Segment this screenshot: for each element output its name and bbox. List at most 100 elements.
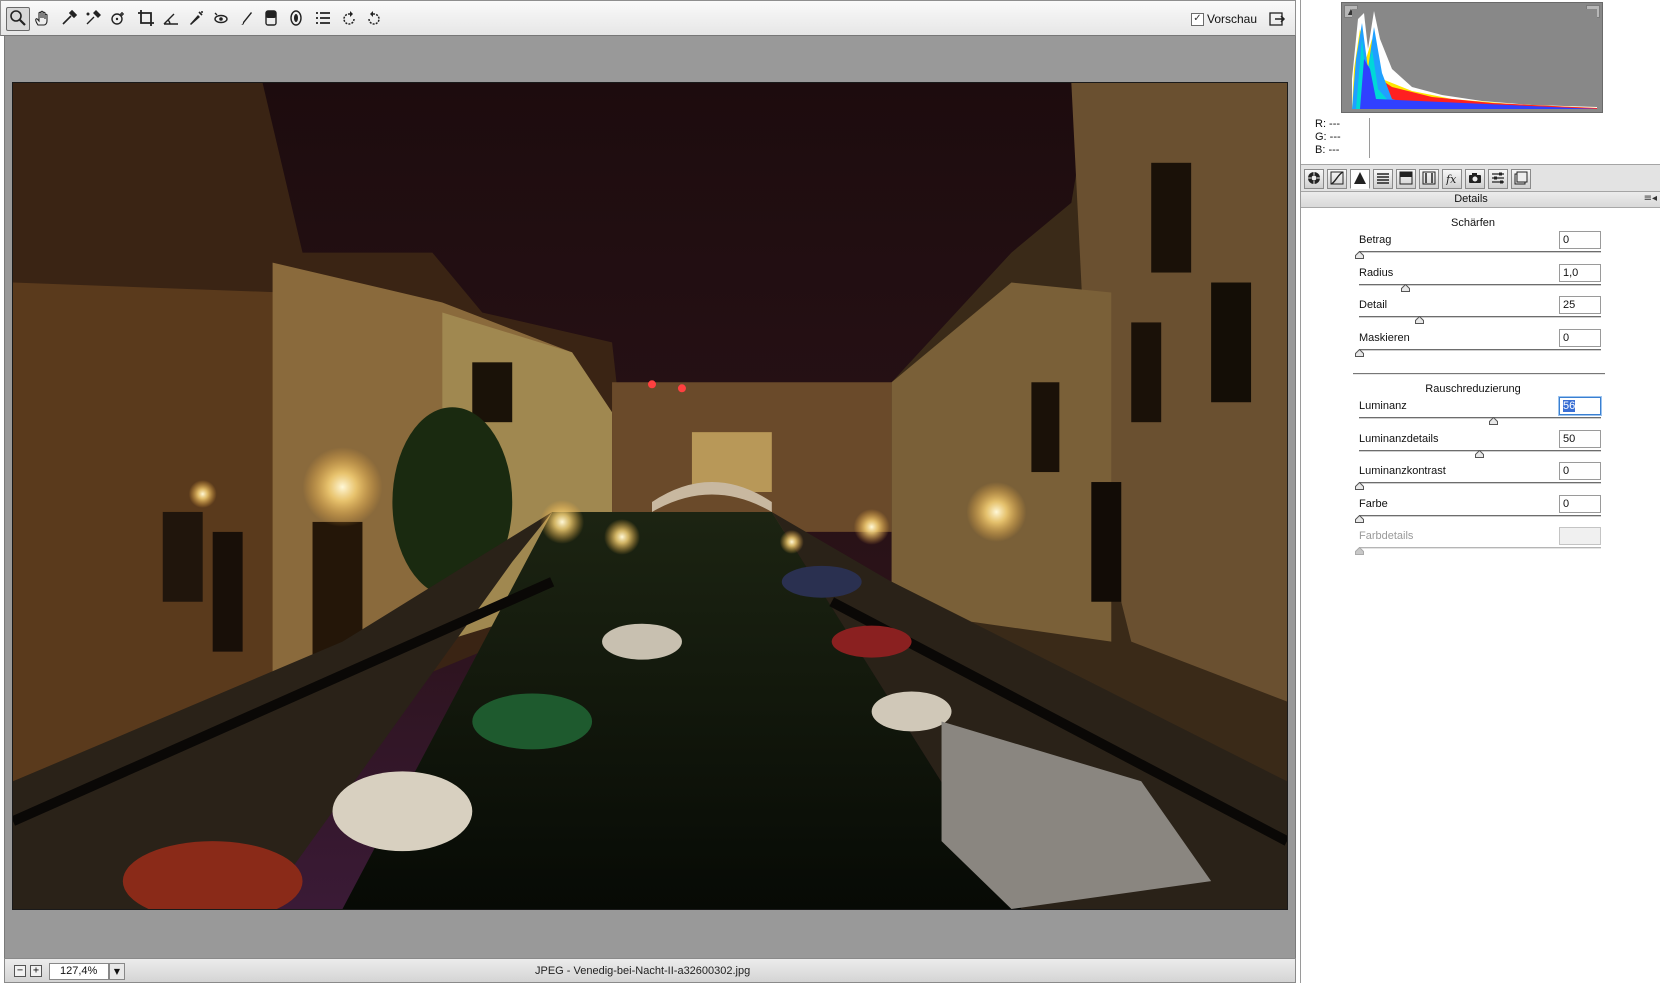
slider-maskieren: Maskieren 0 — [1355, 328, 1601, 364]
camera-raw-window: ✓ Vorschau − + 127,4% ▼ JPEG - Venedig-b… — [0, 0, 1660, 983]
slider-luminanzdetails: Luminanzdetails 50 — [1359, 429, 1601, 465]
slider-value-text: 25 — [1563, 299, 1576, 311]
adjustment-brush-tool[interactable] — [234, 7, 258, 31]
panel-menu-icon[interactable]: ≡◂ — [1644, 193, 1657, 204]
luminanzkontrast-slider-handle[interactable] — [1355, 482, 1364, 490]
slider-value-text: 1,0 — [1563, 266, 1579, 279]
tab-snapshots[interactable] — [1511, 169, 1531, 189]
color-sampler-tool[interactable] — [81, 7, 105, 31]
spot-removal-tool[interactable] — [184, 7, 208, 31]
tab-basic[interactable] — [1304, 169, 1324, 189]
tab-lens-corrections[interactable] — [1419, 169, 1439, 189]
crop-tool[interactable] — [134, 7, 158, 31]
rotate-left-tool[interactable] — [337, 7, 361, 31]
preview-toggle[interactable]: ✓ Vorschau — [1191, 12, 1257, 26]
brush-icon — [237, 9, 255, 30]
zoom-out-button[interactable]: − — [14, 965, 26, 977]
status-bar: − + 127,4% ▼ JPEG - Venedig-bei-Nacht-II… — [4, 958, 1296, 983]
list-icon — [314, 9, 332, 30]
luminanzkontrast-slider-track[interactable] — [1359, 482, 1601, 485]
detail-slider-handle[interactable] — [1415, 316, 1424, 324]
farbdetails-slider-track — [1359, 547, 1601, 550]
betrag-value-field[interactable]: 0 — [1559, 231, 1601, 249]
zoom-level-field[interactable]: 127,4% — [49, 963, 109, 980]
slider-label: Detail — [1359, 299, 1388, 311]
lens-icon — [1422, 171, 1436, 188]
red-eye-tool[interactable] — [209, 7, 233, 31]
curve-icon — [1330, 170, 1344, 188]
camera-icon — [1468, 171, 1482, 188]
tab-camera-calibration[interactable] — [1465, 169, 1485, 189]
radius-value-field[interactable]: 1,0 — [1559, 263, 1601, 282]
eyedropper-icon — [60, 9, 78, 30]
snapshots-icon — [1514, 171, 1528, 188]
file-info-label[interactable]: JPEG - Venedig-bei-Nacht-II-a32600302.jp… — [535, 965, 750, 977]
target-adjustment-tool[interactable] — [106, 7, 130, 31]
slider-farbdetails: Farbdetails — [1355, 527, 1601, 562]
fullscreen-toggle-icon[interactable] — [1267, 9, 1287, 29]
crop-icon — [137, 9, 155, 30]
tab-detail[interactable] — [1350, 169, 1370, 189]
radius-slider-track[interactable] — [1359, 283, 1601, 287]
detail-value-field[interactable]: 25 — [1559, 296, 1601, 314]
betrag-slider-handle[interactable] — [1355, 251, 1364, 259]
blue-readout: B: --- — [1315, 144, 1340, 156]
luminanz-slider-handle[interactable] — [1489, 417, 1499, 425]
radial-filter-tool[interactable] — [284, 7, 308, 31]
white-balance-tool[interactable] — [57, 7, 81, 31]
luminanzdetails-value-field[interactable]: 50 — [1559, 429, 1601, 448]
rotate-right-tool[interactable] — [362, 7, 386, 31]
sharpen-section-title: Schärfen — [1450, 217, 1496, 229]
tab-tone-curve[interactable] — [1327, 169, 1347, 189]
noise-reduction-section-title: Rauschreduzierung — [1425, 383, 1521, 395]
slider-value-text: 0 — [1563, 465, 1570, 477]
straighten-tool[interactable] — [159, 7, 183, 31]
maskieren-slider-track[interactable] — [1359, 348, 1601, 352]
histogram-graph — [1352, 9, 1597, 109]
presets-icon — [1491, 171, 1505, 188]
section-divider — [1353, 373, 1605, 375]
preview-image[interactable] — [12, 82, 1288, 910]
aperture-icon — [1307, 171, 1321, 188]
rgb-readout: R: --- G: --- B: --- — [1315, 118, 1341, 157]
luminanz-value-field[interactable]: 56 — [1559, 397, 1601, 415]
triangle-detail-icon — [1353, 171, 1367, 188]
slider-value-text: 0 — [1563, 234, 1570, 246]
red-readout: R: --- — [1315, 118, 1341, 130]
luminanz-slider-track[interactable] — [1359, 417, 1601, 420]
hsl-bars-icon — [1376, 171, 1390, 188]
preview-canvas[interactable] — [4, 36, 1296, 958]
preferences-tool[interactable] — [311, 7, 335, 31]
zoom-tool[interactable] — [6, 7, 30, 31]
rotate-cw-icon — [365, 9, 383, 30]
slider-radius: Radius 1,0 — [1359, 263, 1601, 299]
tab-hsl[interactable] — [1373, 169, 1393, 189]
farbe-slider-handle[interactable] — [1355, 514, 1364, 523]
tab-effects[interactable]: fx — [1442, 169, 1462, 189]
slider-luminanzkontrast: Luminanzkontrast 0 — [1355, 462, 1601, 497]
tab-split-toning[interactable] — [1396, 169, 1416, 189]
magnifier-icon — [9, 9, 27, 30]
detail-slider-track[interactable] — [1359, 316, 1601, 319]
farbe-value-field[interactable]: 0 — [1559, 494, 1601, 513]
tab-presets[interactable] — [1488, 169, 1508, 189]
slider-detail: Detail 25 — [1359, 296, 1601, 331]
luminanzkontrast-value-field[interactable]: 0 — [1559, 462, 1601, 480]
hand-tool[interactable] — [30, 7, 54, 31]
radial-filter-icon — [287, 9, 305, 30]
preview-checkbox[interactable]: ✓ — [1191, 12, 1204, 26]
zoom-dropdown-button[interactable]: ▼ — [109, 963, 125, 980]
betrag-slider-track[interactable] — [1359, 251, 1601, 254]
zoom-in-button[interactable]: + — [30, 965, 42, 977]
venice-night-photo — [13, 83, 1287, 909]
maskieren-slider-handle[interactable] — [1355, 348, 1364, 357]
straighten-icon — [162, 9, 180, 30]
editor-area: ✓ Vorschau − + 127,4% ▼ JPEG - Venedig-b… — [0, 0, 1300, 983]
farbe-slider-track[interactable] — [1359, 514, 1601, 518]
luminanzdetails-slider-handle[interactable] — [1475, 449, 1484, 458]
fx-icon: fx — [1445, 171, 1459, 188]
tool-bar: ✓ Vorschau — [0, 0, 1296, 36]
graduated-filter-tool[interactable] — [259, 7, 283, 31]
radius-slider-handle[interactable] — [1400, 283, 1410, 292]
maskieren-value-field[interactable]: 0 — [1559, 328, 1601, 347]
